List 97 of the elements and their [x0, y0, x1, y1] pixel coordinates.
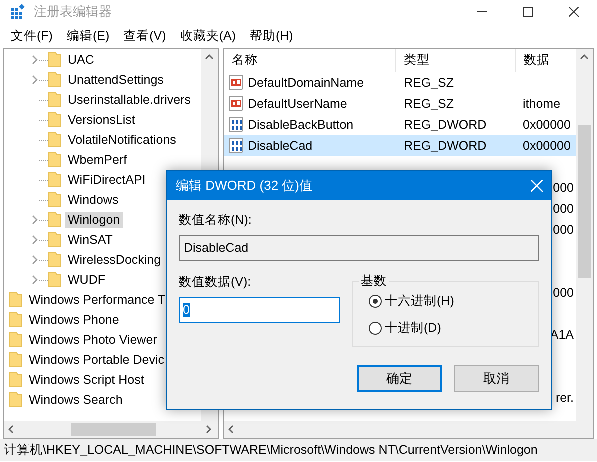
- tree-item[interactable]: WbemPerf: [65, 152, 130, 168]
- table-row[interactable]: DisableBackButton REG_DWORD 0x00000: [224, 114, 576, 135]
- vertical-scrollbar[interactable]: [576, 49, 593, 421]
- tree-item[interactable]: UAC: [65, 52, 98, 68]
- folder-icon: [9, 372, 23, 388]
- tree-item[interactable]: Windows Photo Viewer: [26, 332, 160, 348]
- maximize-icon[interactable]: [523, 7, 533, 17]
- radio-label: 十进制(D): [385, 320, 442, 337]
- tree-item[interactable]: WinSAT: [65, 232, 116, 248]
- ok-button[interactable]: 确定: [357, 365, 442, 392]
- tree-item[interactable]: Windows Portable Devic: [26, 352, 168, 368]
- menu-item[interactable]: 查看(V): [116, 28, 174, 44]
- field-label: 数值数据(V):: [179, 274, 252, 291]
- selected-row[interactable]: DisableCad REG_DWORD 0x00000: [224, 135, 576, 156]
- scroll-up-icon[interactable]: [205, 54, 214, 60]
- cancel-button[interactable]: 取消: [454, 365, 539, 392]
- tree-item[interactable]: Windows: [65, 192, 122, 208]
- tree-item[interactable]: Windows Performance T: [26, 292, 169, 308]
- menu-item[interactable]: 编辑(E): [60, 28, 117, 44]
- folder-icon: [48, 92, 62, 108]
- tree-item[interactable]: UnattendSettings: [65, 72, 167, 88]
- column-header[interactable]: 类型: [396, 49, 516, 72]
- value-name: DefaultDomainName: [248, 76, 364, 90]
- scroll-left-icon[interactable]: [8, 425, 14, 434]
- folder-icon: [9, 352, 23, 368]
- tree-item[interactable]: VersionsList: [65, 112, 138, 128]
- folder-icon: [48, 172, 62, 188]
- menu-item[interactable]: 收藏夹(A): [173, 28, 243, 44]
- value-data: 000: [553, 202, 574, 216]
- dialog-title: 编辑 DWORD (32 位)值: [176, 176, 312, 194]
- column-header[interactable]: 名称: [224, 49, 396, 72]
- chevron-icon[interactable]: [32, 75, 38, 85]
- table-row[interactable]: DefaultUserName REG_SZ ithome: [224, 93, 576, 114]
- folder-icon: [9, 392, 23, 408]
- window-title: 注册表编辑器: [34, 3, 113, 21]
- tree-item[interactable]: Winlogon: [65, 212, 124, 228]
- value-data: rer.: [556, 390, 574, 404]
- folder-icon: [9, 292, 23, 308]
- value-data: 000: [553, 222, 574, 236]
- tree-item[interactable]: Windows Search: [26, 392, 126, 408]
- radio-label: 十六进制(H): [385, 293, 454, 310]
- tree-item[interactable]: VolatileNotifications: [65, 132, 180, 148]
- chevron-icon[interactable]: [32, 235, 38, 245]
- radio-button[interactable]: [369, 322, 382, 335]
- value-data: 0x00000: [523, 138, 571, 152]
- string-value-icon: [229, 74, 245, 90]
- value-data: ithome: [523, 96, 561, 110]
- value-field[interactable]: 0: [179, 297, 340, 323]
- menu-item[interactable]: 文件(F): [4, 28, 60, 44]
- value-name: DisableCad: [248, 138, 313, 152]
- folder-icon: [48, 272, 62, 288]
- horizontal-scrollbar[interactable]: [224, 421, 593, 438]
- scroll-left-icon[interactable]: [228, 425, 234, 434]
- field-label: 数值名称(N):: [179, 212, 253, 229]
- value-type: REG_SZ: [404, 96, 454, 110]
- value-type: REG_SZ: [404, 76, 454, 90]
- folder-icon: [48, 112, 62, 128]
- folder-icon: [48, 52, 62, 68]
- chevron-icon[interactable]: [32, 55, 38, 65]
- tree-item[interactable]: Windows Phone: [26, 312, 122, 328]
- name-field[interactable]: DisableCad: [179, 235, 539, 261]
- folder-icon: [48, 212, 62, 228]
- folder-icon: [48, 132, 62, 148]
- app-icon: [10, 4, 26, 20]
- chevron-icon[interactable]: [32, 255, 38, 265]
- binary-value-icon: [229, 138, 245, 154]
- folder-icon: [48, 72, 62, 88]
- value-name: DisableBackButton: [248, 118, 354, 132]
- chevron-icon[interactable]: [32, 275, 38, 285]
- string-value-icon: [229, 96, 245, 112]
- folder-icon: [48, 252, 62, 268]
- value-name: DefaultUserName: [248, 96, 348, 110]
- folder-icon: [9, 312, 23, 328]
- tree-item[interactable]: WUDF: [65, 272, 108, 288]
- tree-item[interactable]: Userinstallable.drivers: [65, 92, 194, 108]
- folder-icon: [9, 332, 23, 348]
- column-header[interactable]: 数据: [516, 49, 574, 72]
- tree-item[interactable]: WirelessDocking: [65, 252, 164, 268]
- tree-item[interactable]: Windows Script Host: [26, 372, 148, 388]
- menu-item[interactable]: 帮助(H): [242, 28, 300, 44]
- folder-icon: [48, 152, 62, 168]
- value-type: REG_DWORD: [404, 118, 487, 132]
- folder-icon: [48, 192, 62, 208]
- radio-button[interactable]: [369, 295, 382, 308]
- value-data: 0x00000: [523, 118, 571, 132]
- table-row[interactable]: DefaultDomainName REG_SZ: [224, 72, 576, 93]
- scroll-right-icon[interactable]: [206, 425, 212, 434]
- status-bar: 计算机\HKEY_LOCAL_MACHINE\SOFTWARE\Microsoft\Windows NT\CurrentVersion\Winlogon: [0, 439, 597, 461]
- chevron-icon[interactable]: [32, 215, 38, 225]
- binary-value-icon: [229, 116, 245, 132]
- value-type: REG_DWORD: [404, 138, 487, 152]
- group-label: 基数: [359, 273, 389, 290]
- horizontal-scrollbar[interactable]: [4, 421, 218, 438]
- close-icon[interactable]: [569, 7, 579, 17]
- scroll-up-icon[interactable]: [580, 54, 589, 60]
- folder-icon: [48, 232, 62, 248]
- tree-item[interactable]: WiFiDirectAPI: [65, 172, 149, 188]
